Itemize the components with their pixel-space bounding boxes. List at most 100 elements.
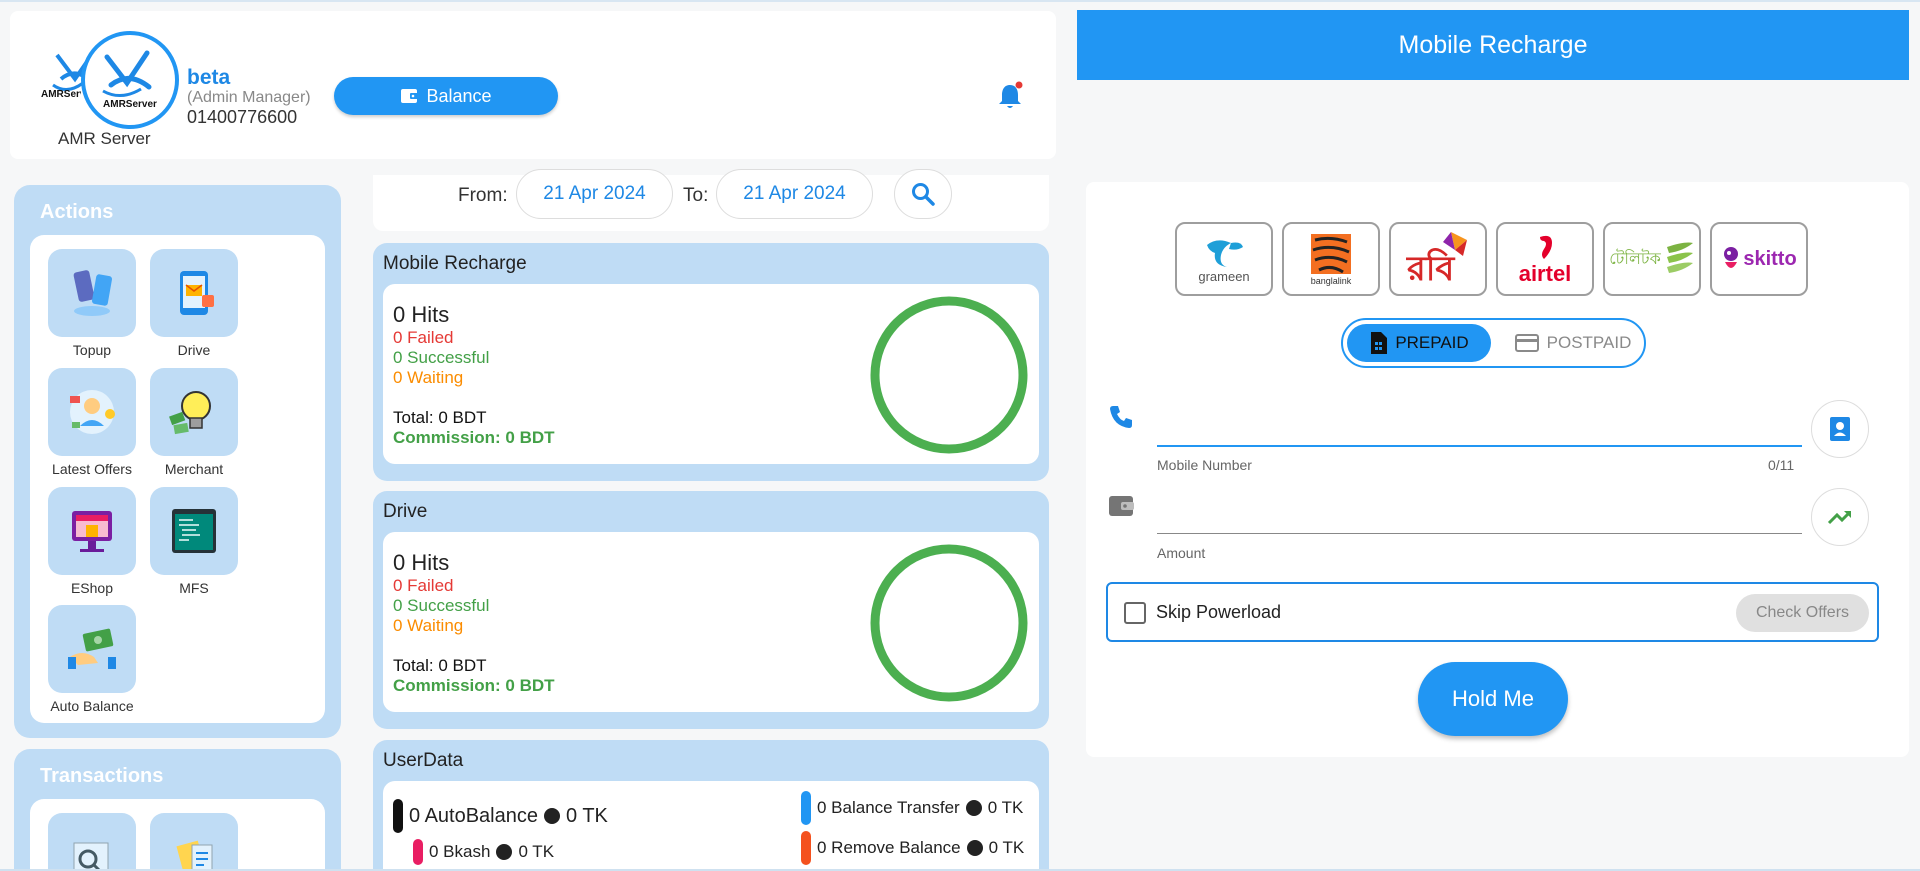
logo-back-text: AMRServer [41, 89, 81, 100]
amount-label: Amount [1157, 545, 1206, 561]
drive-icon [150, 249, 238, 337]
mobile-number-label: Mobile Number [1157, 457, 1252, 473]
remove-balance-stat: 0 Remove Balance 0 TK [801, 831, 1024, 865]
action-label: EShop [70, 580, 114, 596]
merchant-icon [150, 368, 238, 456]
transactions-grid [30, 799, 325, 871]
actions-title: Actions [40, 201, 114, 223]
check-offers-button[interactable]: Check Offers [1736, 594, 1869, 632]
postpaid-option[interactable]: POSTPAID [1503, 324, 1643, 362]
phone-icon [1110, 406, 1132, 428]
action-latest-offers[interactable]: Latest Offers [42, 368, 142, 477]
failed-count: 0 Failed [393, 328, 454, 347]
search-button[interactable] [894, 169, 952, 219]
mobile-number-input[interactable] [1157, 406, 1802, 442]
operator-teletalk[interactable]: টেলিটক [1603, 222, 1701, 296]
commission-amount: Commission: 0 BDT [393, 676, 555, 695]
profile-header: AMRServer AMRServer AMR Server beta (Adm… [10, 11, 1056, 159]
balance-transfer-amount: 0 TK [987, 798, 1024, 817]
successful-count: 0 Successful [393, 348, 490, 367]
transaction-history-tile[interactable] [42, 813, 142, 871]
auto-balance-amount: 0 TK [566, 804, 608, 827]
transaction-report-tile[interactable] [144, 813, 244, 871]
robi-logo-icon: রবি [1406, 232, 1467, 289]
userdata-title: UserData [383, 750, 464, 771]
bell-icon[interactable] [997, 81, 1025, 111]
action-topup[interactable]: Topup [42, 249, 142, 358]
operator-airtel[interactable]: airtel [1496, 222, 1594, 296]
action-label: Drive [177, 342, 211, 358]
notification-dot [1015, 81, 1023, 89]
dot-icon [544, 808, 560, 824]
operator-robi[interactable]: রবি [1389, 222, 1487, 296]
status-donut-chart [870, 544, 1028, 702]
top-border [0, 0, 1920, 2]
action-label: Latest Offers [52, 461, 132, 477]
postpaid-label: POSTPAID [1546, 333, 1632, 352]
operator-skitto[interactable]: skitto [1710, 222, 1808, 296]
operator-label: airtel [1518, 261, 1572, 286]
trending-offers-button[interactable] [1811, 488, 1869, 546]
user-name: beta [187, 66, 231, 89]
bkash-amount: 0 TK [518, 842, 555, 861]
trending-up-icon [1827, 510, 1852, 525]
wallet-icon [401, 89, 419, 103]
operator-grameen[interactable]: grameen [1175, 222, 1273, 296]
credit-card-icon [1514, 334, 1539, 352]
stat-card-title: Drive [383, 501, 428, 522]
action-merchant[interactable]: Merchant [144, 368, 244, 477]
skip-powerload-row: Skip Powerload Check Offers [1106, 582, 1879, 642]
date-filter: From: 21 Apr 2024 To: 21 Apr 2024 [373, 169, 1049, 231]
logo-mark-icon [102, 50, 152, 97]
auto-balance-stat: 0 AutoBalance 0 TK [393, 799, 608, 833]
contact-book-icon [1830, 417, 1850, 441]
logo-avatar[interactable]: AMRServer [81, 31, 179, 129]
hold-me-button[interactable]: Hold Me [1418, 662, 1568, 736]
waiting-count: 0 Waiting [393, 368, 464, 387]
operator-label: টেলিটক [1609, 248, 1661, 268]
latest-offers-icon [48, 368, 136, 456]
stat-card-body: 0 Hits 0 Failed 0 Successful 0 Waiting T… [383, 284, 1039, 464]
operator-banglalink[interactable]: banglalink [1282, 222, 1380, 296]
transactions-title: Transactions [40, 765, 164, 787]
amount-underline [1157, 533, 1802, 534]
action-mfs[interactable]: MFS [144, 487, 244, 596]
operator-label: banglalink [1310, 276, 1352, 286]
mobile-number-counter: 0/11 [1768, 457, 1795, 473]
action-eshop[interactable]: EShop [42, 487, 142, 596]
skip-powerload-checkbox[interactable] [1124, 602, 1146, 624]
balance-transfer-count: 0 Balance Transfer [817, 798, 960, 817]
prepaid-option[interactable]: PREPAID [1347, 324, 1491, 362]
contacts-button[interactable] [1811, 400, 1869, 458]
skitto-logo-icon [1724, 247, 1739, 268]
action-auto-balance[interactable]: Auto Balance [42, 605, 142, 714]
to-date-picker[interactable]: 21 Apr 2024 [716, 169, 873, 219]
logo-text: AMRServer [103, 99, 157, 110]
remove-balance-count: 0 Remove Balance [817, 838, 961, 857]
actions-grid: Topup Drive Latest Offers Merchant EShop [30, 235, 325, 723]
actions-panel: Actions Topup Drive Latest Offers Mercha… [14, 185, 341, 738]
balance-button[interactable]: Balance [334, 77, 558, 115]
history-icon [48, 813, 136, 871]
action-label: Auto Balance [50, 698, 134, 714]
successful-count: 0 Successful [393, 596, 490, 615]
wallet-icon [1109, 496, 1134, 516]
grameen-logo-icon [1207, 239, 1243, 267]
dot-icon [966, 840, 983, 856]
total-amount: Total: 0 BDT [393, 656, 487, 675]
failed-count: 0 Failed [393, 576, 454, 595]
action-drive[interactable]: Drive [144, 249, 244, 358]
auto-balance-count: 0 AutoBalance [409, 804, 538, 827]
from-label: From: [458, 185, 508, 206]
from-date-picker[interactable]: 21 Apr 2024 [516, 169, 673, 219]
teletalk-logo-icon [1666, 242, 1693, 273]
report-icon [150, 813, 238, 871]
amount-input[interactable] [1157, 494, 1802, 530]
total-amount: Total: 0 BDT [393, 408, 487, 427]
stat-card-title: Mobile Recharge [383, 253, 527, 274]
balance-transfer-stat: 0 Balance Transfer 0 TK [801, 791, 1023, 825]
drive-stats: Drive 0 Hits 0 Failed 0 Successful 0 Wai… [373, 491, 1049, 729]
balance-transfer-bar [801, 791, 811, 825]
eshop-icon [48, 487, 136, 575]
commission-amount: Commission: 0 BDT [393, 428, 555, 447]
